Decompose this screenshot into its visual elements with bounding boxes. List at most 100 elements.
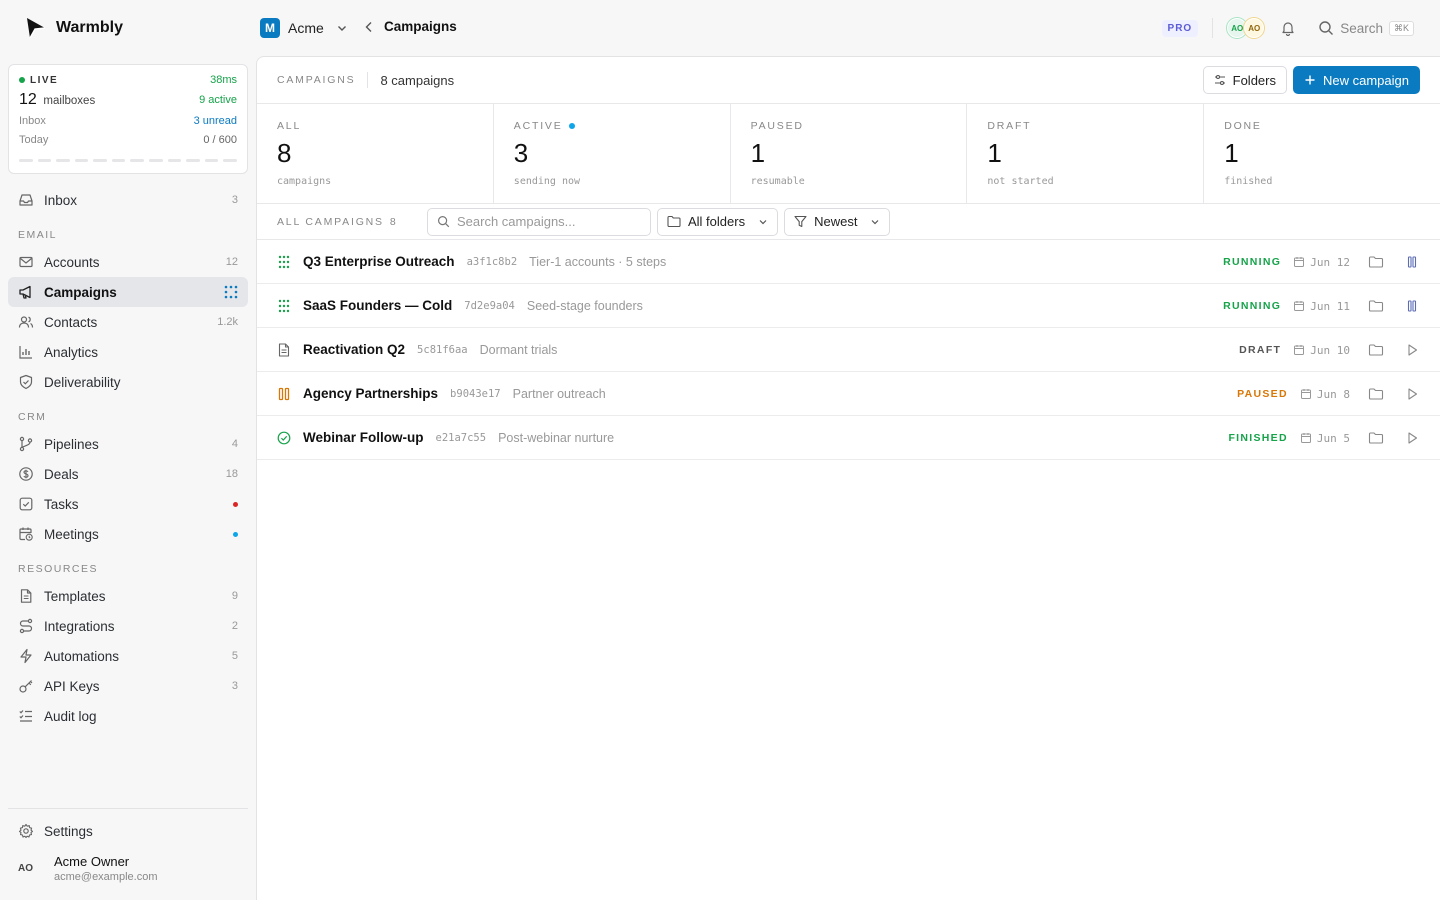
divider xyxy=(367,72,369,88)
sidebar-item-campaigns[interactable]: Campaigns xyxy=(8,277,248,307)
plus-icon xyxy=(1305,75,1315,85)
sidebar-item-tasks[interactable]: Tasks xyxy=(8,489,248,519)
sidebar-item-integrations[interactable]: Integrations 2 xyxy=(8,611,248,641)
play-icon[interactable] xyxy=(1404,431,1420,445)
move-to-folder-icon[interactable] xyxy=(1368,343,1384,357)
stat-sub: finished xyxy=(1224,176,1273,187)
breadcrumb-current: Campaigns xyxy=(384,19,457,34)
campaign-id: b9043e17 xyxy=(450,387,501,400)
calendar-icon xyxy=(1294,345,1305,355)
list-count: 8 xyxy=(389,215,398,228)
search-label: Search xyxy=(1340,20,1383,36)
sidebar-item-meetings[interactable]: Meetings xyxy=(8,519,248,549)
sidebar-item-settings[interactable]: Settings xyxy=(8,816,248,846)
sidebar-item-label: Campaigns xyxy=(44,284,117,300)
sidebar-item-accounts[interactable]: Accounts 12 xyxy=(8,247,248,277)
stat-value: 1 xyxy=(987,138,1002,168)
sidebar-item-label: Deliverability xyxy=(44,374,121,390)
stat-sub: sending now xyxy=(513,176,581,187)
breadcrumb: Campaigns xyxy=(364,19,457,34)
campaign-description: Seed-stage founders xyxy=(526,298,643,313)
mail-icon xyxy=(19,256,33,268)
folders-button[interactable]: Folders xyxy=(1202,66,1287,94)
mailboxes-count: 12 xyxy=(19,91,37,108)
sidebar-item-deals[interactable]: Deals 18 xyxy=(8,459,248,489)
stat-active[interactable]: ACTIVE 3 sending now xyxy=(494,104,731,203)
search-icon xyxy=(1319,21,1334,35)
move-to-folder-icon[interactable] xyxy=(1368,255,1384,269)
campaign-total: 8 campaigns xyxy=(380,72,455,88)
calendar-icon xyxy=(1294,257,1305,267)
move-to-folder-icon[interactable] xyxy=(1368,387,1384,401)
user-profile[interactable]: AO Acme Owner acme@example.com xyxy=(8,854,248,883)
sidebar-item-inbox[interactable]: Inbox 3 xyxy=(8,185,248,215)
logo-icon xyxy=(27,18,46,39)
section-label-crm: CRM xyxy=(18,411,47,423)
status-badge: DRAFT xyxy=(1239,344,1282,356)
move-to-folder-icon[interactable] xyxy=(1368,299,1384,313)
stat-done[interactable]: DONE 1 finished xyxy=(1204,104,1440,203)
running-icon xyxy=(278,255,290,268)
new-campaign-button[interactable]: New campaign xyxy=(1293,66,1420,94)
stat-draft[interactable]: DRAFT 1 not started xyxy=(967,104,1205,203)
search-icon xyxy=(437,215,450,228)
inbox-unread: 3 unread xyxy=(193,115,237,127)
sidebar-item-deliverability[interactable]: Deliverability xyxy=(8,367,248,397)
folder-filter-dropdown[interactable]: All folders xyxy=(657,207,779,236)
stat-all[interactable]: ALL 8 campaigns xyxy=(257,104,494,203)
sidebar-item-contacts[interactable]: Contacts 1.2k xyxy=(8,307,248,337)
sidebar-item-automations[interactable]: Automations 5 xyxy=(8,641,248,671)
campaign-row[interactable]: SaaS Founders — Cold 7d2e9a04 Seed-stage… xyxy=(257,284,1440,328)
sidebar-item-audit-log[interactable]: Audit log xyxy=(8,701,248,731)
pause-icon[interactable] xyxy=(1404,299,1420,313)
status-badge: RUNNING xyxy=(1223,256,1282,268)
campaign-row[interactable]: Agency Partnerships b9043e17 Partner out… xyxy=(257,372,1440,416)
search-input[interactable] xyxy=(457,214,637,229)
sidebar-item-label: Pipelines xyxy=(44,436,99,452)
chevron-left-icon[interactable] xyxy=(364,21,374,33)
campaign-date: Jun 11 xyxy=(1293,300,1350,313)
sidebar-item-pipelines[interactable]: Pipelines 4 xyxy=(8,429,248,459)
search-shortcut: ⌘K xyxy=(1388,20,1414,36)
stat-sub: resumable xyxy=(750,176,805,187)
sidebar-item-templates[interactable]: Templates 9 xyxy=(8,581,248,611)
pause-icon[interactable] xyxy=(1404,255,1420,269)
key-icon xyxy=(19,680,33,693)
top-bar: Warmbly M Acme Campaigns PRO AO AO Searc… xyxy=(0,0,1440,56)
sort-value: Newest xyxy=(814,214,858,229)
play-icon[interactable] xyxy=(1404,343,1420,357)
list-label-text: ALL CAMPAIGNS xyxy=(277,215,384,228)
app-name: Warmbly xyxy=(56,19,123,36)
campaign-row[interactable]: Q3 Enterprise Outreach a3f1c8b2 Tier-1 a… xyxy=(257,240,1440,284)
campaign-name: Webinar Follow-up xyxy=(303,430,424,445)
campaign-search[interactable] xyxy=(427,207,651,236)
move-to-folder-icon[interactable] xyxy=(1368,431,1384,445)
campaign-id: a3f1c8b2 xyxy=(466,255,518,268)
sort-dropdown[interactable]: Newest xyxy=(784,207,891,236)
campaign-date-text: Jun 12 xyxy=(1310,255,1350,269)
campaign-row[interactable]: Webinar Follow-up e21a7c55 Post-webinar … xyxy=(257,416,1440,460)
inbox-label: Inbox xyxy=(19,115,46,127)
workspace-switcher[interactable]: M Acme xyxy=(260,18,348,38)
global-search[interactable]: Search ⌘K xyxy=(1318,20,1414,36)
campaign-date-text: Jun 10 xyxy=(1310,343,1350,357)
folder-filter-value: All folders xyxy=(688,214,746,229)
sidebar-item-analytics[interactable]: Analytics xyxy=(8,337,248,367)
collaborator-avatars[interactable]: AO AO xyxy=(1227,18,1265,38)
campaign-row[interactable]: Reactivation Q2 5c81f6aa Dormant trials … xyxy=(257,328,1440,372)
stat-paused[interactable]: PAUSED 1 resumable xyxy=(731,104,968,203)
sidebar-item-label: Analytics xyxy=(44,344,99,360)
git-branch-icon xyxy=(19,436,33,452)
campaign-name: Agency Partnerships xyxy=(303,386,439,401)
sidebar-item-count: 2 xyxy=(231,620,238,632)
main-panel: CAMPAIGNS 8 campaigns Folders New campai… xyxy=(256,56,1440,900)
bell-icon[interactable] xyxy=(1280,20,1296,36)
sidebar-item-count: 9 xyxy=(231,590,238,602)
play-icon[interactable] xyxy=(1404,387,1420,401)
shield-icon xyxy=(19,374,33,390)
sidebar-item-count: 5 xyxy=(231,650,238,662)
chevron-down-icon xyxy=(337,26,346,31)
sidebar-item-api-keys[interactable]: API Keys 3 xyxy=(8,671,248,701)
campaign-date: Jun 10 xyxy=(1293,344,1350,357)
brand[interactable]: Warmbly xyxy=(26,17,123,39)
